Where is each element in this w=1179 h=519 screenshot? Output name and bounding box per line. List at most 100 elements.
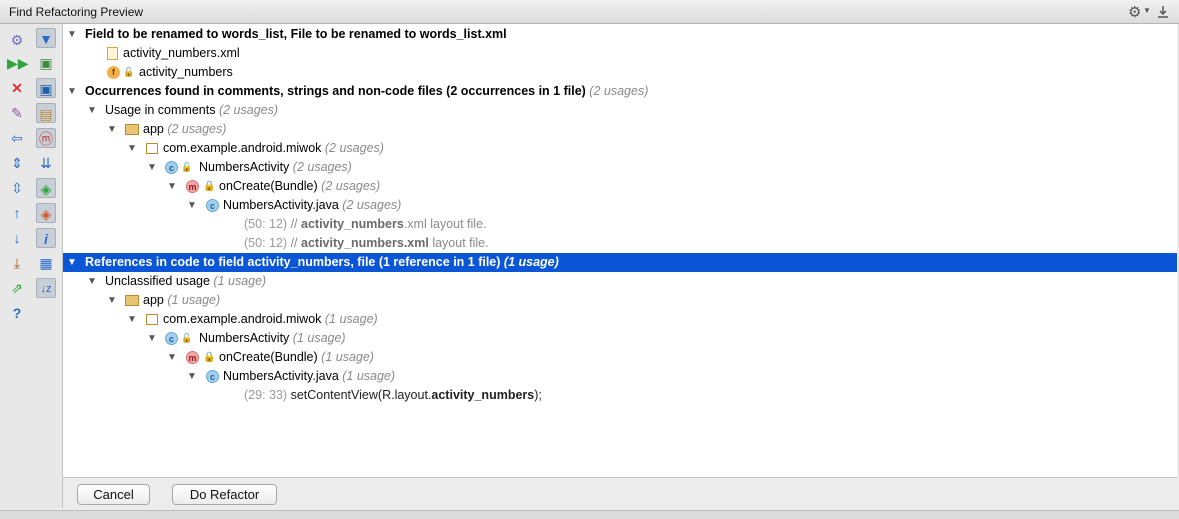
- tree-node-class[interactable]: ▼ c 🔓 NumbersActivity (2 usages): [63, 158, 1177, 177]
- tree-node-occurrences[interactable]: ▼ Occurrences found in comments, strings…: [63, 82, 1177, 101]
- expand-toggle[interactable]: ▼: [107, 291, 117, 310]
- tree-node-method[interactable]: ▼ m 🔒 onCreate(Bundle) (2 usages): [63, 177, 1177, 196]
- left-toolbar: ⚙ ▼ ▶▶ ▣ ✕ ▣ ✎ ▤ ⇦ ⓜ ⇕ ⇊ ⇳ ◈ ↑ ◈ ↓ i ⤓ ▦…: [0, 24, 63, 508]
- collapse-all-icon[interactable]: ⇳: [7, 178, 27, 198]
- usage-count: (2 usages): [218, 103, 279, 117]
- class-label: NumbersActivity: [199, 160, 290, 174]
- line-suffix: );: [534, 388, 542, 402]
- line-location: (29: 33): [244, 388, 288, 402]
- previous-occurrence-icon[interactable]: ↑: [7, 203, 27, 223]
- tree-node-file[interactable]: activity_numbers.xml: [63, 44, 1177, 63]
- autoscroll-icon[interactable]: ⇊: [36, 153, 56, 173]
- package-label: com.example.android.miwok: [163, 312, 322, 326]
- tree-node-method[interactable]: ▼ m 🔒 onCreate(Bundle) (1 usage): [63, 348, 1177, 367]
- occurrences-label: Occurrences found in comments, strings a…: [85, 84, 586, 98]
- chevron-down-icon[interactable]: ▼: [1143, 6, 1151, 15]
- usage-line[interactable]: (50: 12) // activity_numbers.xml layout …: [63, 234, 1177, 253]
- tree-node-package[interactable]: ▼ com.example.android.miwok (2 usages): [63, 139, 1177, 158]
- line-prefix: //: [290, 217, 301, 231]
- expand-toggle[interactable]: ▼: [147, 158, 157, 177]
- tree-node-field-header[interactable]: ▼ Field to be renamed to words_list, Fil…: [63, 25, 1177, 44]
- expand-toggle[interactable]: ▼: [167, 177, 177, 196]
- expand-toggle[interactable]: ▼: [127, 310, 137, 329]
- next-occurrence-icon[interactable]: ↓: [7, 228, 27, 248]
- group-by-file-icon[interactable]: ▤: [36, 103, 56, 123]
- usage-count: (2 usages): [589, 84, 649, 98]
- usage-line[interactable]: (50: 12) // activity_numbers.xml layout …: [63, 215, 1177, 234]
- window-title-bar: Find Refactoring Preview ⚙ ▼: [0, 0, 1179, 24]
- file-label: NumbersActivity.java: [223, 369, 339, 383]
- do-refactor-button[interactable]: Do Refactor: [172, 484, 277, 505]
- expand-toggle[interactable]: ▼: [67, 25, 77, 44]
- tree-node-usage-group[interactable]: ▼ Usage in comments (2 usages): [63, 101, 1177, 120]
- tree-node-java-file[interactable]: ▼ c NumbersActivity.java (1 usage): [63, 367, 1177, 386]
- export-icon[interactable]: ⤓: [7, 253, 27, 273]
- line-suffix: .xml layout file.: [403, 217, 487, 231]
- info-icon[interactable]: i: [36, 228, 56, 248]
- module-folder-icon: [125, 295, 139, 306]
- expand-toggle[interactable]: ▼: [67, 82, 77, 101]
- show-read-access-icon[interactable]: ◈: [36, 178, 56, 198]
- usage-group-label: Unclassified usage: [105, 274, 210, 288]
- method-icon: m: [186, 180, 199, 193]
- expand-toggle[interactable]: ▼: [187, 196, 197, 215]
- usage-count: (1 usage): [321, 350, 374, 364]
- cancel-button[interactable]: Cancel: [77, 484, 150, 505]
- tree-node-package[interactable]: ▼ com.example.android.miwok (1 usage): [63, 310, 1177, 329]
- tree-node-references[interactable]: ▼ References in code to field activity_n…: [63, 253, 1177, 272]
- show-write-access-icon[interactable]: ◈: [36, 203, 56, 223]
- usage-group-label: Usage in comments: [105, 103, 216, 117]
- tree-node-field[interactable]: f 🔓 activity_numbers: [63, 63, 1177, 82]
- module-label: app: [143, 293, 164, 307]
- close-icon[interactable]: ✕: [7, 78, 27, 98]
- usage-line[interactable]: (29: 33) setContentView(R.layout.activit…: [63, 386, 1177, 405]
- usage-count: (2 usages): [321, 179, 381, 193]
- expand-toggle[interactable]: ▼: [167, 348, 177, 367]
- button-bar: Cancel Do Refactor: [63, 477, 1177, 511]
- expand-toggle[interactable]: ▼: [87, 272, 97, 291]
- run-all-icon[interactable]: ▶▶: [7, 53, 29, 73]
- expand-toggle[interactable]: ▼: [187, 367, 197, 386]
- usage-count: (2 usages): [342, 198, 402, 212]
- rerun-icon[interactable]: ⚙: [7, 30, 27, 50]
- line-match: activity_numbers.xml: [301, 236, 429, 250]
- tree-node-module[interactable]: ▼ app (1 usage): [63, 291, 1177, 310]
- gear-icon[interactable]: ⚙: [1128, 3, 1141, 21]
- help-icon[interactable]: ?: [7, 303, 27, 323]
- module-folder-icon: [125, 124, 139, 135]
- preview-icon[interactable]: ▦: [36, 253, 56, 273]
- usage-count: (2 usages): [324, 141, 384, 155]
- lock-icon: 🔓: [181, 333, 193, 343]
- tree-node-usage-group[interactable]: ▼ Unclassified usage (1 usage): [63, 272, 1177, 291]
- class-icon: c: [206, 370, 219, 383]
- tree-node-module[interactable]: ▼ app (2 usages): [63, 120, 1177, 139]
- expand-toggle[interactable]: ▼: [147, 329, 157, 348]
- back-icon[interactable]: ⇦: [7, 128, 27, 148]
- class-icon: c: [206, 199, 219, 212]
- usage-count: (1 usage): [324, 312, 378, 326]
- filter-icon[interactable]: ▼: [36, 28, 56, 48]
- usage-count: (1 usage): [342, 369, 396, 383]
- package-icon: [146, 314, 158, 325]
- group-by-module-icon[interactable]: ▣: [36, 53, 56, 73]
- group-by-method-icon[interactable]: ⓜ: [36, 128, 56, 148]
- expand-toggle[interactable]: ▼: [87, 101, 97, 120]
- method-icon: m: [186, 351, 199, 364]
- sort-icon[interactable]: ↓z: [36, 278, 56, 298]
- expand-all-icon[interactable]: ⇕: [7, 153, 27, 173]
- open-in-new-tab-icon[interactable]: ⇗: [7, 278, 27, 298]
- class-label: NumbersActivity: [199, 331, 290, 345]
- hide-panel-icon[interactable]: [1157, 5, 1169, 19]
- tree-node-class[interactable]: ▼ c 🔓 NumbersActivity (1 usage): [63, 329, 1177, 348]
- expand-toggle[interactable]: ▼: [107, 120, 117, 139]
- xml-file-icon: [107, 47, 118, 60]
- pin-icon[interactable]: ✎: [7, 103, 27, 123]
- usage-count: (1 usage): [213, 274, 267, 288]
- expand-toggle[interactable]: ▼: [127, 139, 137, 158]
- lock-icon: 🔓: [181, 162, 193, 172]
- method-label: onCreate(Bundle): [219, 179, 318, 193]
- tree-node-java-file[interactable]: ▼ c NumbersActivity.java (2 usages): [63, 196, 1177, 215]
- line-suffix: layout file.: [428, 236, 489, 250]
- group-by-package-icon[interactable]: ▣: [36, 78, 56, 98]
- expand-toggle[interactable]: ▼: [67, 253, 77, 272]
